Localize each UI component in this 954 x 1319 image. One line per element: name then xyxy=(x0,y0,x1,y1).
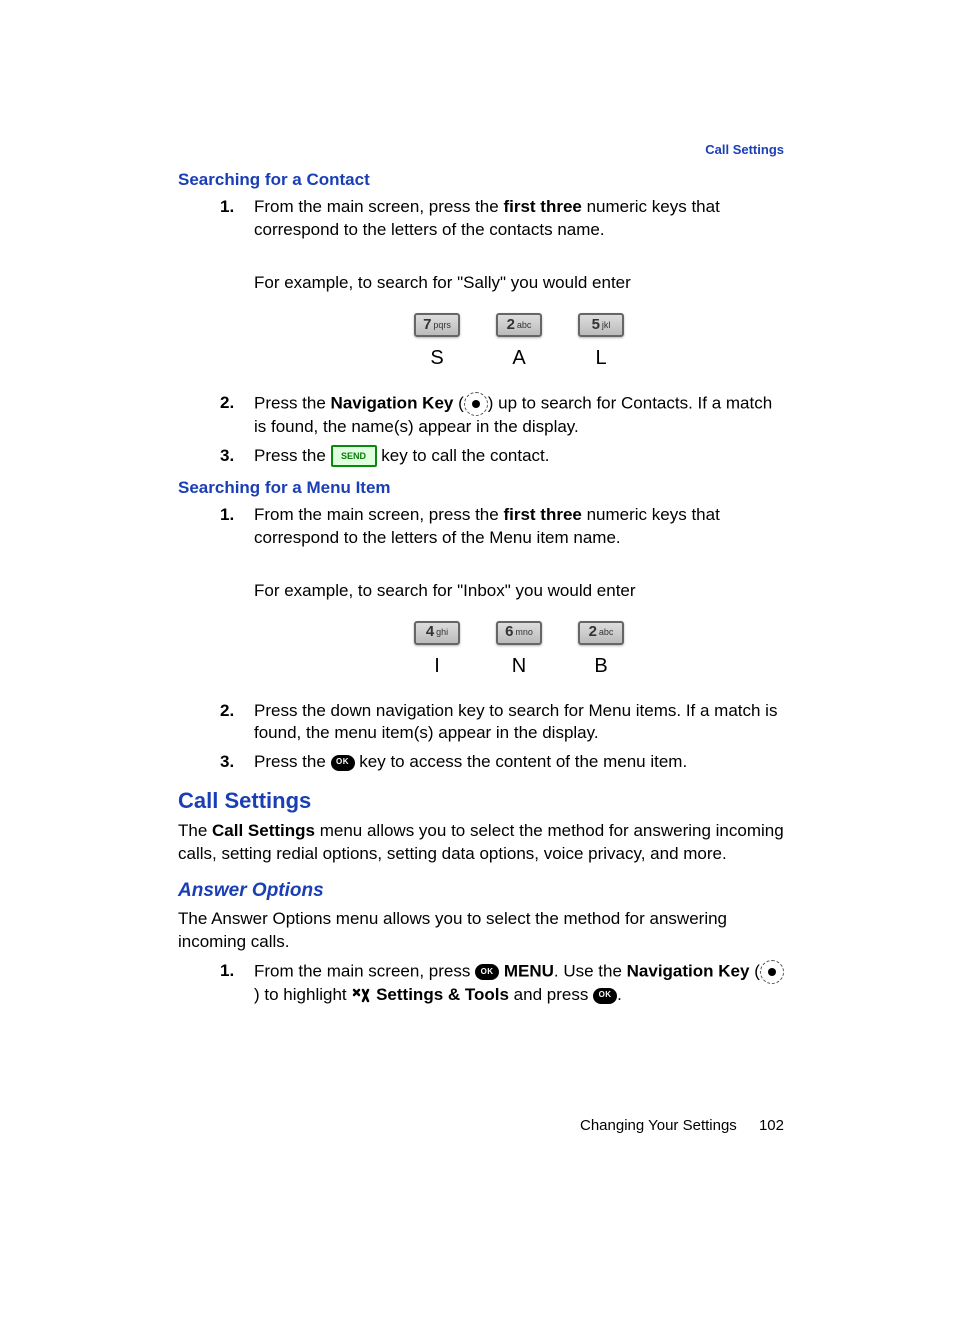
phone-key-icon: 6mno xyxy=(496,621,542,645)
bold-text: Navigation Key xyxy=(331,393,454,412)
key-digit: 2 xyxy=(507,315,515,335)
key-digit: 4 xyxy=(426,622,434,642)
page-footer: Changing Your Settings 102 xyxy=(580,1117,784,1134)
text: to highlight xyxy=(264,985,351,1004)
text: Press the xyxy=(254,393,331,412)
contact-key-row: 7pqrs S 2abc A 5jkl L xyxy=(254,313,784,372)
menu-key-row: 4ghi I 6mno N 2abc B xyxy=(254,621,784,680)
heading-search-menu: Searching for a Menu Item xyxy=(178,478,784,498)
heading-answer-options: Answer Options xyxy=(178,880,784,902)
text: key to call the contact. xyxy=(381,446,549,465)
key-output-letter: N xyxy=(512,653,526,680)
heading-call-settings: Call Settings xyxy=(178,788,784,814)
navigation-key-icon xyxy=(464,392,488,416)
step-number: 1. xyxy=(220,504,234,527)
text: Press the xyxy=(254,446,331,465)
bold-text: Call Settings xyxy=(212,821,315,840)
contact-step-3: 3. Press the SEND key to call the contac… xyxy=(220,445,784,468)
bold-text: first three xyxy=(503,197,581,216)
text: and press xyxy=(509,985,593,1004)
step-number: 1. xyxy=(220,960,234,983)
key-output-letter: A xyxy=(512,345,525,372)
key-col: 6mno N xyxy=(496,621,542,680)
step-number: 3. xyxy=(220,445,234,468)
key-col: 2abc B xyxy=(578,621,624,680)
key-letters: jkl xyxy=(602,319,611,331)
text: . Use the xyxy=(554,962,627,981)
step-number: 3. xyxy=(220,751,234,774)
key-letters: abc xyxy=(599,626,614,638)
bold-text: Navigation Key xyxy=(627,962,750,981)
text: ( xyxy=(458,393,464,412)
bold-text: first three xyxy=(503,505,581,524)
phone-key-icon: 4ghi xyxy=(414,621,460,645)
key-output-letter: I xyxy=(434,653,440,680)
page-number: 102 xyxy=(759,1117,784,1134)
key-digit: 2 xyxy=(589,622,597,642)
text: From the main screen, press the xyxy=(254,197,503,216)
header-section-link: Call Settings xyxy=(705,142,784,157)
navigation-key-icon xyxy=(760,960,784,984)
text: From the main screen, press xyxy=(254,962,475,981)
phone-key-icon: 5jkl xyxy=(578,313,624,337)
step-number: 1. xyxy=(220,196,234,219)
example-text: For example, to search for "Sally" you w… xyxy=(254,272,784,295)
contact-steps: 1. From the main screen, press the first… xyxy=(220,196,784,468)
text: key to access the content of the menu it… xyxy=(359,752,687,771)
text: ) xyxy=(254,985,260,1004)
settings-tools-icon xyxy=(351,987,371,1005)
text: ) xyxy=(488,393,494,412)
phone-key-icon: 2abc xyxy=(496,313,542,337)
bold-text: MENU xyxy=(504,962,554,981)
text: . xyxy=(617,985,622,1004)
key-letters: ghi xyxy=(436,626,448,638)
ok-key-icon: OK xyxy=(475,964,499,980)
phone-key-icon: 7pqrs xyxy=(414,313,460,337)
ok-key-icon: OK xyxy=(331,755,355,771)
send-key-icon: SEND xyxy=(331,445,377,467)
step-number: 2. xyxy=(220,700,234,723)
step-number: 2. xyxy=(220,392,234,415)
example-text: For example, to search for "Inbox" you w… xyxy=(254,580,784,603)
key-digit: 6 xyxy=(505,622,513,642)
key-digit: 5 xyxy=(592,315,600,335)
ok-key-icon: OK xyxy=(593,988,617,1004)
key-output-letter: B xyxy=(594,653,607,680)
key-letters: abc xyxy=(517,319,532,331)
footer-section-name: Changing Your Settings xyxy=(580,1117,737,1134)
key-letters: mno xyxy=(515,626,533,638)
document-page: Call Settings Searching for a Contact 1.… xyxy=(0,0,954,1319)
menu-step-3: 3. Press the OK key to access the conten… xyxy=(220,751,784,774)
key-col: 4ghi I xyxy=(414,621,460,680)
key-output-letter: L xyxy=(595,345,606,372)
text: Press the xyxy=(254,752,331,771)
answer-step-1: 1. From the main screen, press OK MENU. … xyxy=(220,960,784,1007)
text: From the main screen, press the xyxy=(254,505,503,524)
text: The xyxy=(178,821,212,840)
answer-options-body: The Answer Options menu allows you to se… xyxy=(178,908,784,954)
key-col: 7pqrs S xyxy=(414,313,460,372)
heading-search-contact: Searching for a Contact xyxy=(178,170,784,190)
contact-step-2: 2. Press the Navigation Key () up to sea… xyxy=(220,392,784,439)
contact-step-1: 1. From the main screen, press the first… xyxy=(220,196,784,372)
key-col: 5jkl L xyxy=(578,313,624,372)
key-digit: 7 xyxy=(423,315,431,335)
key-letters: pqrs xyxy=(433,319,451,331)
menu-step-1: 1. From the main screen, press the first… xyxy=(220,504,784,680)
call-settings-body: The Call Settings menu allows you to sel… xyxy=(178,820,784,866)
menu-step-2: 2. Press the down navigation key to sear… xyxy=(220,700,784,746)
phone-key-icon: 2abc xyxy=(578,621,624,645)
text: Press the down navigation key to search … xyxy=(254,701,777,743)
key-col: 2abc A xyxy=(496,313,542,372)
answer-options-steps: 1. From the main screen, press OK MENU. … xyxy=(220,960,784,1007)
menu-steps: 1. From the main screen, press the first… xyxy=(220,504,784,775)
bold-text: Settings & Tools xyxy=(376,985,509,1004)
key-output-letter: S xyxy=(430,345,443,372)
